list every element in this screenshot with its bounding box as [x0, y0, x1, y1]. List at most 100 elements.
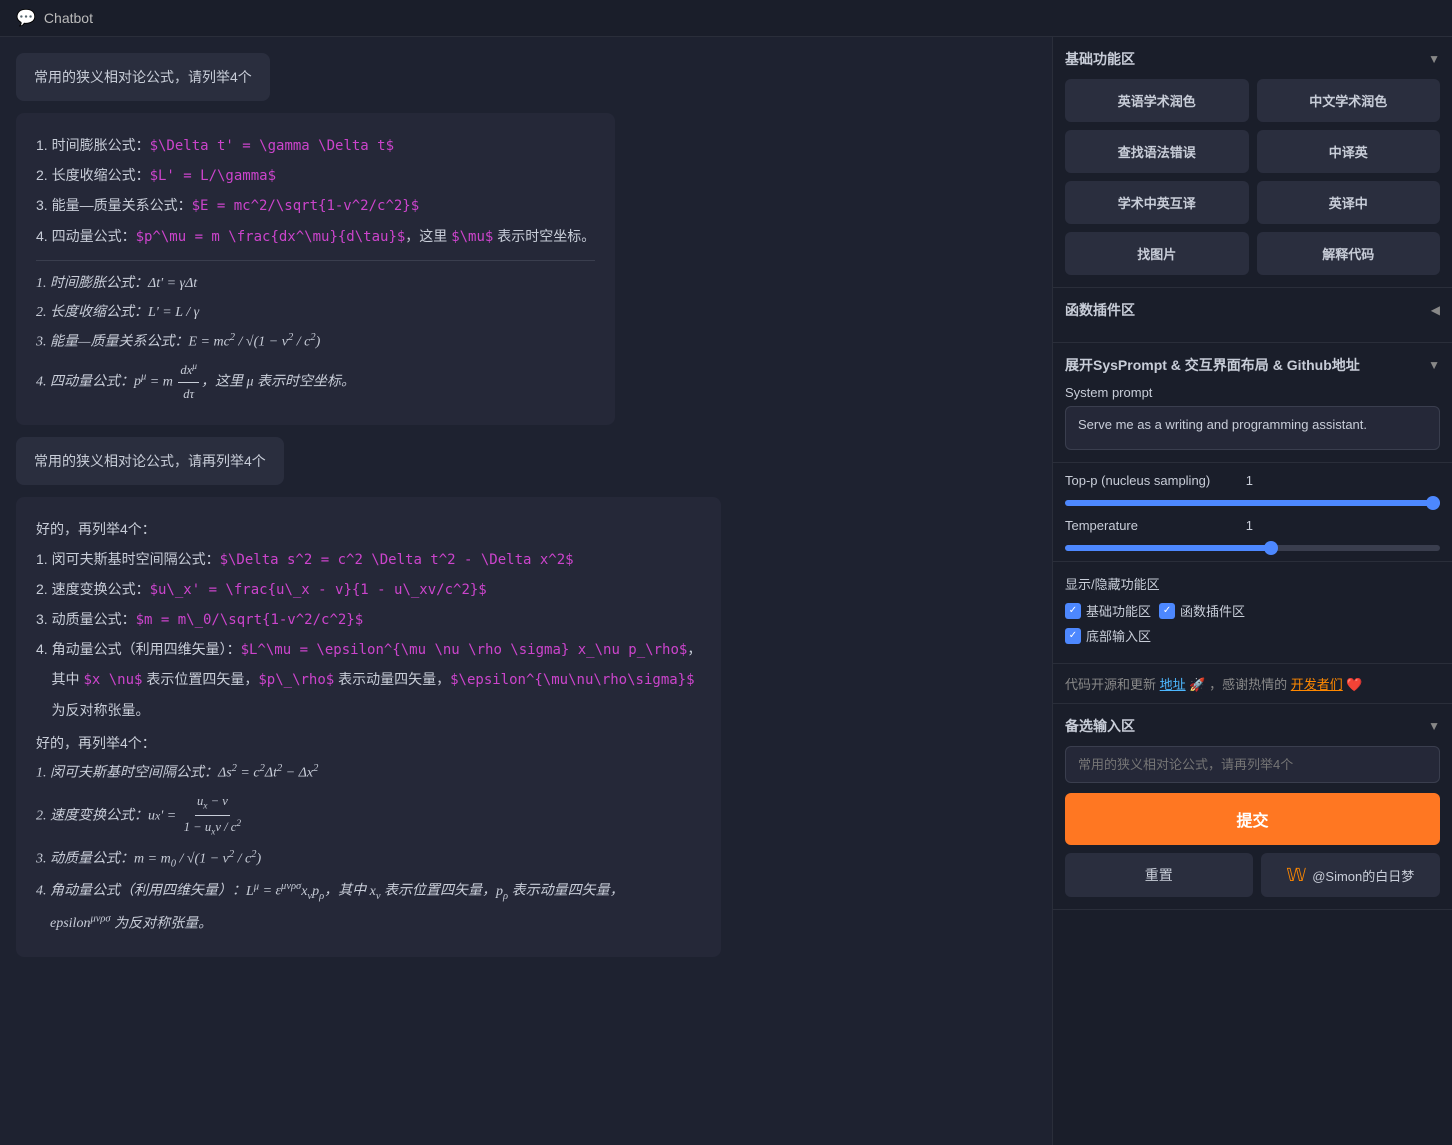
visibility-title: 显示/隐藏功能区: [1065, 574, 1440, 593]
checkbox-basic-label: 基础功能区: [1086, 601, 1151, 620]
credit-heart: ❤️: [1346, 677, 1362, 692]
ai2-latex-1: $\Delta s^2 = c^2 \Delta t^2 - \Delta x^…: [220, 552, 574, 568]
formula-intro-3: 3. 能量—质量关系公式：$E = mc^2/\sqrt{1-v^2/c^2}$: [36, 193, 595, 219]
backup-input-field[interactable]: [1065, 746, 1440, 783]
btn-explain-code[interactable]: 解释代码: [1257, 232, 1441, 275]
ai2-latex-6: $p\_\rho$: [258, 672, 334, 688]
backup-section: 备选输入区 ▼ 提交 重置 𝕎 @Simon的白日梦: [1053, 704, 1452, 910]
basic-functions-section: 基础功能区 ▼ 英语学术润色 中文学术润色 查找语法错误 中译英 学术中英互译 …: [1053, 37, 1452, 288]
right-panel: 基础功能区 ▼ 英语学术润色 中文学术润色 查找语法错误 中译英 学术中英互译 …: [1052, 37, 1452, 1145]
top-p-thumb[interactable]: [1426, 496, 1440, 510]
main-container: 常用的狭义相对论公式，请列举4个 1. 时间膨胀公式：$\Delta t' = …: [0, 37, 1452, 1145]
plugin-section: 函数插件区 ◀: [1053, 288, 1452, 343]
formula-intro-4: 4. 四动量公式：$p^\mu = m \frac{dx^\mu}{d\tau}…: [36, 224, 595, 250]
checkbox-input-box[interactable]: ✓: [1065, 628, 1081, 644]
btn-find-image[interactable]: 找图片: [1065, 232, 1249, 275]
backup-title: 备选输入区: [1065, 716, 1135, 736]
rendered-4: 4. 四动量公式：pμ = m dxμdτ，这里 μ 表示时空坐标。: [36, 359, 595, 406]
sysprompt-title: 展开SysPrompt & 交互界面布局 & Github地址: [1065, 355, 1360, 375]
ai2-f3: 3. 动质量公式：$m = m\_0/\sqrt{1-v^2/c^2}$: [36, 607, 701, 633]
ai2-r1: 1. 闵可夫斯基时空间隔公式：Δs2 = c2Δt2 − Δx2: [36, 760, 701, 786]
temperature-thumb[interactable]: [1264, 541, 1278, 555]
rendered-1: 1. 时间膨胀公式：Δt' = γΔt: [36, 271, 595, 296]
temperature-label: Temperature: [1065, 518, 1225, 533]
app-title: Chatbot: [44, 10, 93, 26]
ai2-f4c: 为反对称张量。: [36, 698, 701, 723]
ai2-r2: 2. 速度变换公式：ux' = ux − v1 − uxv / c2: [36, 790, 701, 842]
formula-intro-1: 1. 时间膨胀公式：$\Delta t' = \gamma \Delta t$: [36, 133, 595, 159]
checkbox-plugin-box[interactable]: ✓: [1159, 603, 1175, 619]
btn-zh-to-en[interactable]: 中译英: [1257, 130, 1441, 173]
plugin-header: 函数插件区 ◀: [1065, 300, 1440, 320]
btn-find-errors[interactable]: 查找语法错误: [1065, 130, 1249, 173]
checkbox-basic-box[interactable]: ✓: [1065, 603, 1081, 619]
btn-chinese-polish[interactable]: 中文学术润色: [1257, 79, 1441, 122]
checkbox-input-label: 底部输入区: [1086, 626, 1151, 645]
temperature-fill: [1065, 545, 1271, 551]
ai2-latex-5: $x \nu$: [83, 672, 142, 688]
plugin-chevron[interactable]: ◀: [1431, 303, 1440, 317]
checkbox-basic[interactable]: ✓ 基础功能区: [1065, 601, 1151, 620]
temperature-value: 1: [1233, 518, 1253, 533]
system-prompt-label: System prompt: [1065, 385, 1440, 400]
ai2-f2: 2. 速度变换公式：$u\_x' = \frac{u\_x - v}{1 - u…: [36, 577, 701, 603]
checkbox-plugin-label: 函数插件区: [1180, 601, 1245, 620]
sysprompt-section: 展开SysPrompt & 交互界面布局 & Github地址 ▼ System…: [1053, 343, 1452, 463]
sysprompt-header: 展开SysPrompt & 交互界面布局 & Github地址 ▼: [1065, 355, 1440, 375]
reset-button[interactable]: 重置: [1065, 853, 1253, 897]
credit-dev-link[interactable]: 开发者们: [1291, 677, 1343, 692]
temperature-track[interactable]: [1065, 545, 1440, 551]
btn-en-to-zh[interactable]: 英译中: [1257, 181, 1441, 224]
checkbox-input[interactable]: ✓ 底部输入区: [1065, 626, 1151, 645]
submit-button[interactable]: 提交: [1065, 793, 1440, 845]
top-p-label: Top-p (nucleus sampling): [1065, 473, 1225, 488]
basic-functions-chevron[interactable]: ▼: [1428, 52, 1440, 66]
latex-mu: $\mu$: [451, 229, 493, 245]
credit-section: 代码开源和更新 地址 🚀 ，感谢热情的 开发者们 ❤️: [1053, 664, 1452, 704]
ai2-r4b: epsilonμνρσ 为反对称张量。: [36, 911, 701, 937]
basic-functions-grid: 英语学术润色 中文学术润色 查找语法错误 中译英 学术中英互译 英译中 找图片 …: [1065, 79, 1440, 275]
ai2-latex-2: $u\_x' = \frac{u\_x - v}{1 - u\_xv/c^2}$: [150, 582, 487, 598]
ai2-latex-4: $L^\mu = \epsilon^{\mu \nu \rho \sigma} …: [241, 642, 688, 658]
latex-4: $p^\mu = m \frac{dx^\mu}{d\tau}$: [136, 229, 406, 245]
divider-1: [36, 260, 595, 261]
user-text-1: 常用的狭义相对论公式，请列举4个: [34, 69, 252, 85]
credit-link[interactable]: 地址: [1160, 677, 1186, 692]
checkbox-row-2: ✓ 底部输入区: [1065, 626, 1440, 645]
titlebar: 💬 Chatbot: [0, 0, 1452, 37]
ai2-intro: 好的，再列举4个：: [36, 517, 701, 542]
credit-emoji: 🚀: [1189, 677, 1205, 692]
chat-icon: 💬: [16, 8, 36, 28]
user-message-2: 常用的狭义相对论公式，请再列举4个: [16, 437, 284, 485]
ai2-f1: 1. 闵可夫斯基时空间隔公式：$\Delta s^2 = c^2 \Delta …: [36, 547, 701, 573]
top-p-row: Top-p (nucleus sampling) 1: [1065, 473, 1440, 488]
ai2-f4b: 其中 $x \nu$ 表示位置四矢量，$p\_\rho$ 表示动量四矢量，$\e…: [36, 667, 701, 693]
top-p-track[interactable]: [1065, 500, 1440, 506]
weibo-icon: 𝕎: [1286, 865, 1306, 886]
latex-2: $L' = L/\gamma$: [150, 168, 276, 184]
rendered-2: 2. 长度收缩公式：L' = L / γ: [36, 300, 595, 325]
checkbox-row-1: ✓ 基础功能区 ✓ 函数插件区: [1065, 601, 1440, 620]
ai2-f4: 4. 角动量公式（利用四维矢量）：$L^\mu = \epsilon^{\mu …: [36, 637, 701, 663]
plugin-title: 函数插件区: [1065, 300, 1135, 320]
backup-header: 备选输入区 ▼: [1065, 716, 1440, 736]
ai2-latex-7: $\epsilon^{\mu\nu\rho\sigma}$: [450, 672, 694, 688]
system-prompt-value[interactable]: Serve me as a writing and programming as…: [1065, 406, 1440, 450]
basic-functions-header: 基础功能区 ▼: [1065, 49, 1440, 69]
checkbox-plugin[interactable]: ✓ 函数插件区: [1159, 601, 1245, 620]
ai-message-1: 1. 时间膨胀公式：$\Delta t' = \gamma \Delta t$ …: [16, 113, 615, 425]
btn-academic-translate[interactable]: 学术中英互译: [1065, 181, 1249, 224]
ai2-latex-3: $m = m\_0/\sqrt{1-v^2/c^2}$: [136, 612, 364, 628]
temperature-row: Temperature 1: [1065, 518, 1440, 533]
latex-1: $\Delta t' = \gamma \Delta t$: [150, 138, 394, 154]
backup-chevron[interactable]: ▼: [1428, 719, 1440, 733]
credit-text-before: 代码开源和更新: [1065, 677, 1156, 692]
visibility-section: 显示/隐藏功能区 ✓ 基础功能区 ✓ 函数插件区 ✓ 底部输入区: [1053, 562, 1452, 664]
user-message-1: 常用的狭义相对论公式，请列举4个: [16, 53, 270, 101]
rendered-3: 3. 能量—质量关系公式：E = mc2 / √(1 − v2 / c2): [36, 329, 595, 355]
btn-english-polish[interactable]: 英语学术润色: [1065, 79, 1249, 122]
ai-message-2: 好的，再列举4个： 1. 闵可夫斯基时空间隔公式：$\Delta s^2 = c…: [16, 497, 721, 956]
top-p-fill: [1065, 500, 1440, 506]
sysprompt-chevron[interactable]: ▼: [1428, 358, 1440, 372]
latex-3: $E = mc^2/\sqrt{1-v^2/c^2}$: [192, 198, 420, 214]
